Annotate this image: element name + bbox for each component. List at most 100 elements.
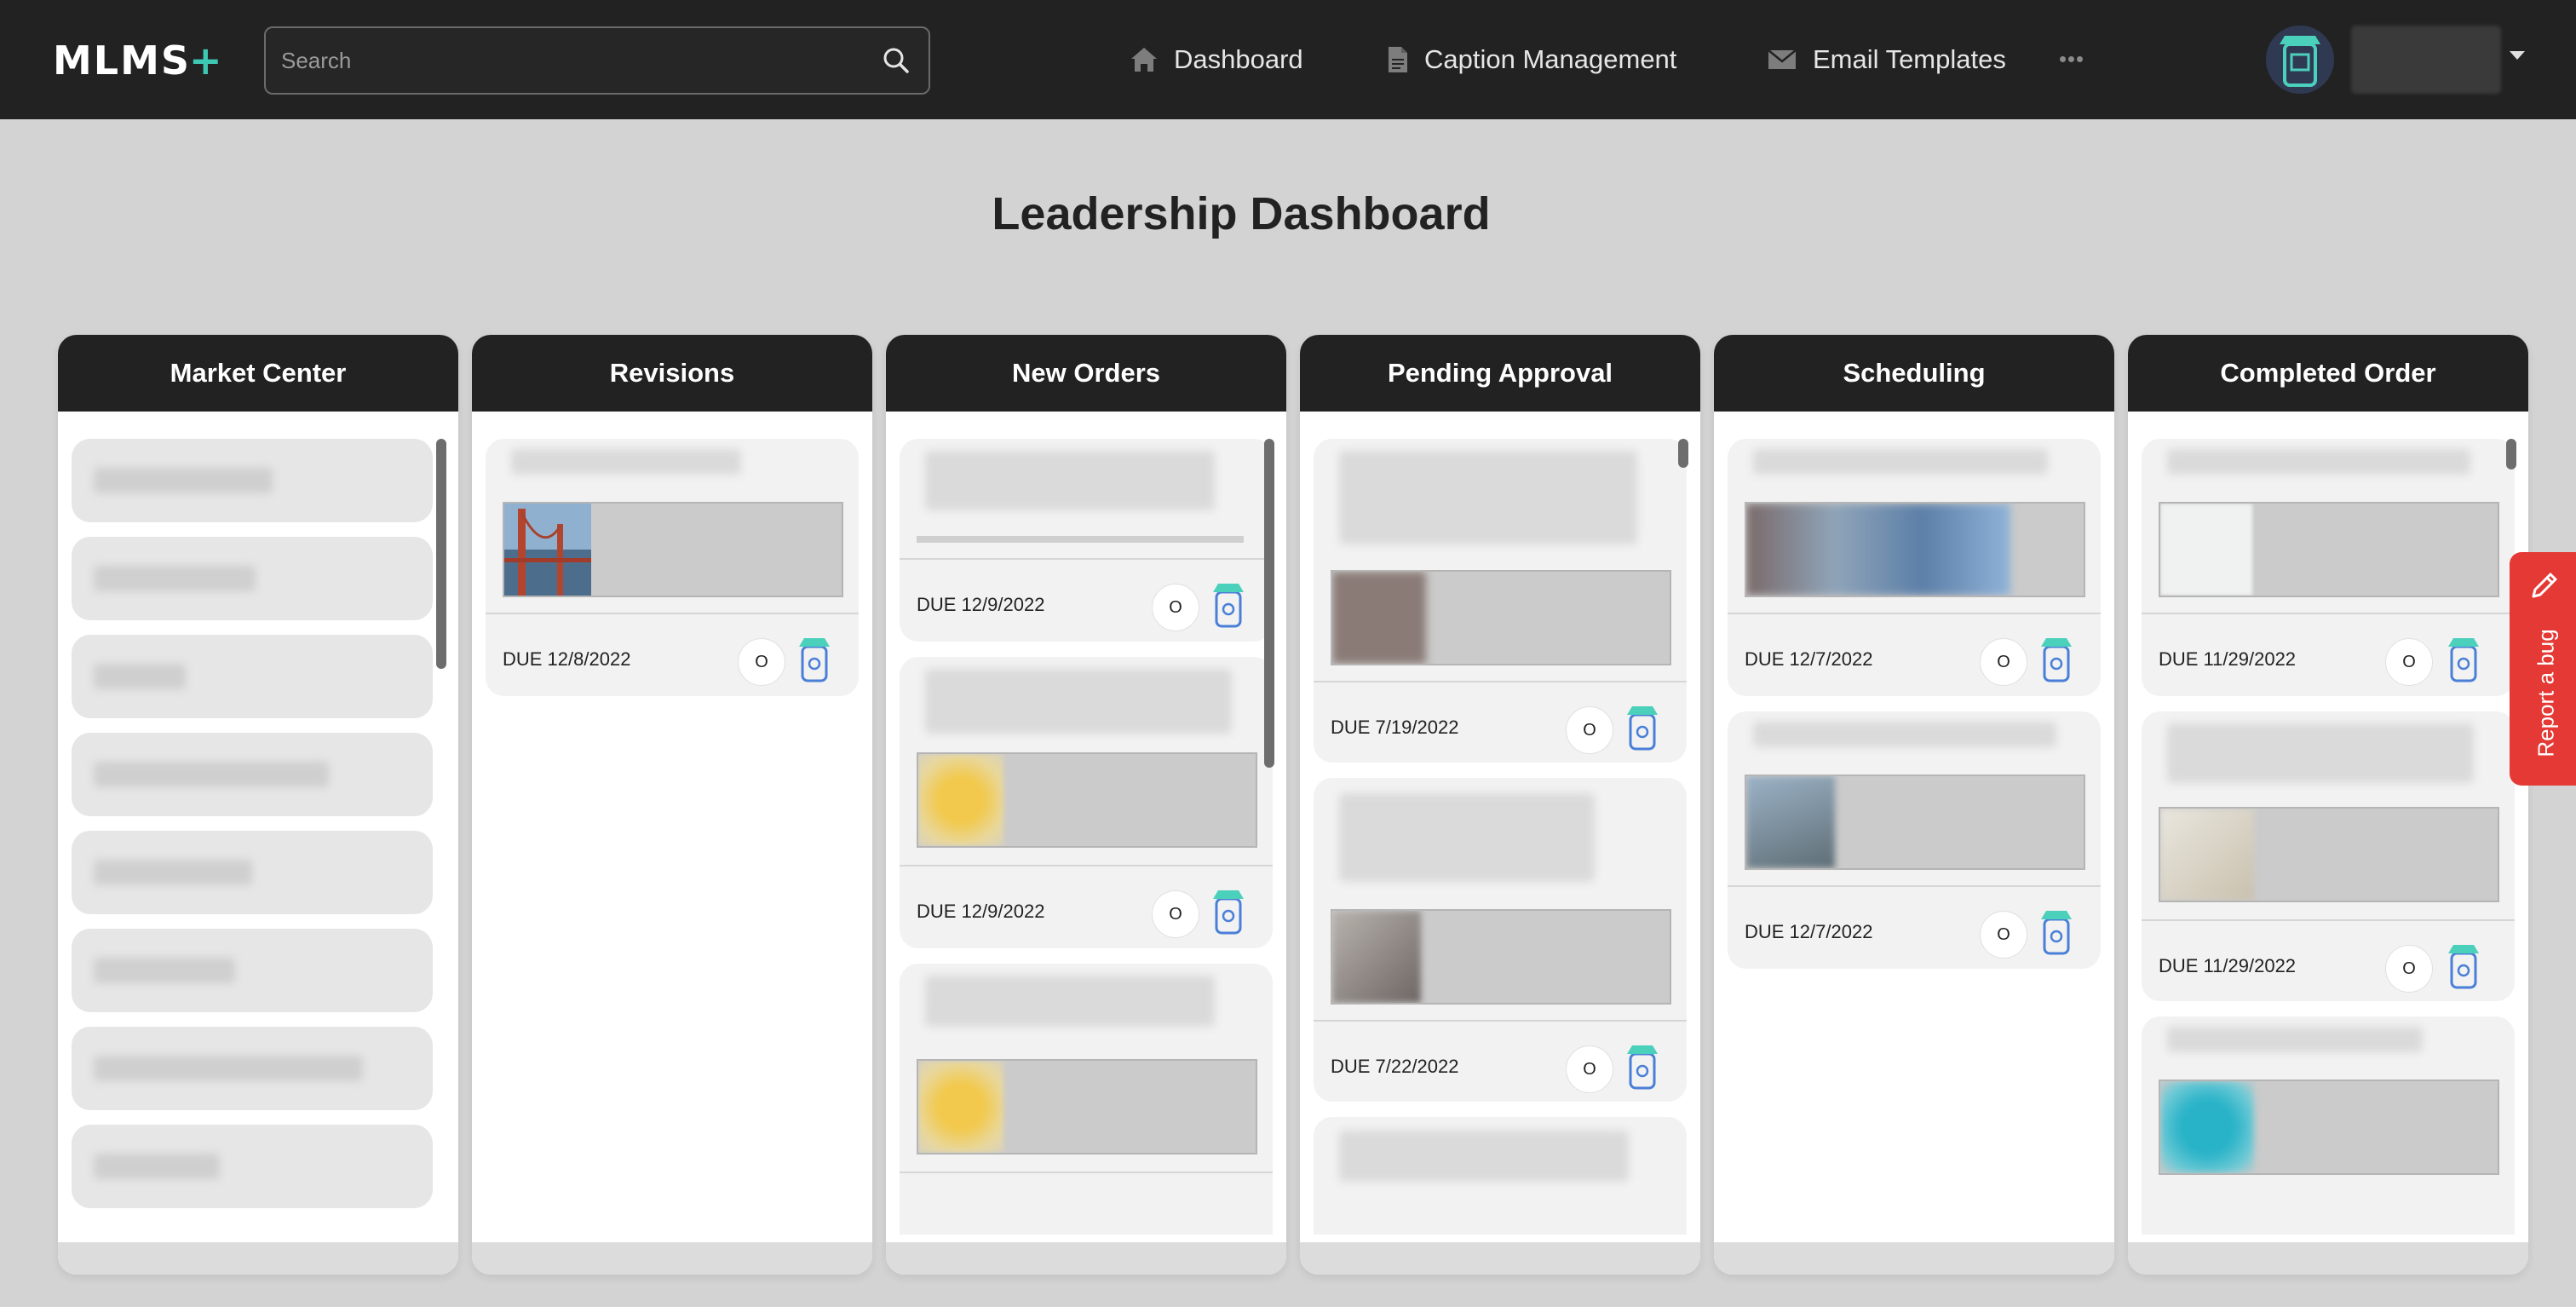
redacted-caption xyxy=(1753,722,2056,747)
due-date: DUE 12/7/2022 xyxy=(1745,648,1873,670)
order-card[interactable]: DUE 7/22/2022 O xyxy=(1314,778,1687,1102)
assignee-icon[interactable] xyxy=(796,635,833,682)
home-icon xyxy=(1131,48,1157,72)
order-media xyxy=(1745,774,2085,870)
order-media xyxy=(917,752,1257,848)
column-body xyxy=(58,412,458,1235)
due-date: DUE 7/22/2022 xyxy=(1331,1056,1459,1077)
column-body: DUE 12/9/2022 O DUE 12/9/2022 O xyxy=(886,412,1286,1235)
order-card[interactable]: DUE 12/7/2022 O xyxy=(1728,711,2101,969)
scrollbar[interactable] xyxy=(1264,439,1274,768)
nav-email-templates-label: Email Templates xyxy=(1813,44,2006,74)
assignee-icon[interactable] xyxy=(1624,703,1661,751)
due-date: DUE 11/29/2022 xyxy=(2159,648,2297,670)
status-indicator[interactable]: O xyxy=(738,638,785,686)
scrollbar[interactable] xyxy=(2506,439,2516,469)
order-card[interactable] xyxy=(1314,1117,1687,1235)
column-title: New Orders xyxy=(886,335,1286,412)
redacted-caption xyxy=(511,449,741,475)
bridge-photo xyxy=(504,504,591,596)
column-new-orders: New Orders DUE 12/9/2022 O DUE 12/9/2022… xyxy=(886,335,1286,1275)
column-footer xyxy=(472,1242,872,1275)
order-card[interactable]: DUE 12/9/2022 O xyxy=(900,657,1273,948)
order-media xyxy=(1331,909,1671,1005)
due-date: DUE 7/19/2022 xyxy=(1331,717,1459,738)
redacted-caption xyxy=(925,451,1215,510)
order-card[interactable]: DUE 11/29/2022 O xyxy=(2142,711,2515,1001)
nav-email-templates[interactable]: Email Templates xyxy=(1767,41,2006,78)
order-card[interactable]: DUE 7/19/2022 O xyxy=(1314,439,1687,763)
order-card[interactable] xyxy=(2142,1016,2515,1235)
column-title: Completed Order xyxy=(2128,335,2528,412)
order-media xyxy=(2159,502,2499,597)
status-indicator[interactable]: O xyxy=(1152,890,1199,938)
app-logo[interactable]: MLMS+ xyxy=(53,37,224,83)
redacted-caption xyxy=(925,669,1232,734)
market-center-item[interactable] xyxy=(72,537,433,620)
nav-caption-management-label: Caption Management xyxy=(1424,44,1677,74)
market-center-item[interactable] xyxy=(72,1027,433,1110)
status-indicator[interactable]: O xyxy=(2385,945,2433,993)
assignee-icon[interactable] xyxy=(1210,887,1247,935)
envelope-icon xyxy=(1768,49,1797,69)
redacted-text xyxy=(94,664,186,689)
order-card[interactable]: DUE 12/8/2022 O xyxy=(486,439,859,696)
nav-dashboard[interactable]: Dashboard xyxy=(1130,41,1303,78)
blurred-thumbnail xyxy=(2160,809,2254,901)
status-indicator[interactable]: O xyxy=(2385,638,2433,686)
assignee-icon[interactable] xyxy=(2038,907,2075,955)
scrollbar[interactable] xyxy=(1678,439,1688,468)
blurred-thumbnail xyxy=(1746,504,2010,596)
more-menu-icon[interactable] xyxy=(2060,56,2084,65)
redacted-text xyxy=(94,566,256,591)
status-indicator[interactable]: O xyxy=(1566,1045,1613,1093)
column-title: Revisions xyxy=(472,335,872,412)
column-body: DUE 12/8/2022 O xyxy=(472,412,872,1235)
market-center-item[interactable] xyxy=(72,635,433,718)
chevron-down-icon[interactable] xyxy=(2510,51,2525,60)
market-center-item[interactable] xyxy=(72,929,433,1012)
search-icon[interactable] xyxy=(881,45,911,76)
order-card[interactable]: DUE 12/7/2022 O xyxy=(1728,439,2101,696)
redacted-text xyxy=(94,468,273,493)
column-body: DUE 7/19/2022 O DUE 7/22/2022 O xyxy=(1300,412,1700,1235)
column-title: Scheduling xyxy=(1714,335,2114,412)
user-name-redacted[interactable] xyxy=(2351,26,2501,94)
status-indicator[interactable]: O xyxy=(1980,638,2027,686)
report-bug-button[interactable]: Report a bug xyxy=(2510,552,2576,786)
progress-bar xyxy=(917,536,1244,543)
user-avatar[interactable] xyxy=(2266,26,2334,94)
report-bug-label: Report a bug xyxy=(2533,629,2559,757)
nav-caption-management[interactable]: Caption Management xyxy=(1387,41,1676,78)
search-box xyxy=(264,26,930,95)
status-indicator[interactable]: O xyxy=(1566,706,1613,754)
market-center-item[interactable] xyxy=(72,831,433,914)
status-indicator[interactable]: O xyxy=(1152,584,1199,631)
column-title: Pending Approval xyxy=(1300,335,1700,412)
search-input[interactable] xyxy=(281,28,860,93)
due-date: DUE 12/9/2022 xyxy=(917,901,1045,922)
avatar-icon xyxy=(2266,26,2334,94)
order-card[interactable]: DUE 12/9/2022 O xyxy=(900,439,1273,642)
market-center-item[interactable] xyxy=(72,1125,433,1208)
pencil-icon xyxy=(2532,573,2557,598)
column-revisions: Revisions DUE 12/8/2022 O xyxy=(472,335,872,1275)
assignee-icon[interactable] xyxy=(2038,635,2075,682)
blurred-thumbnail xyxy=(918,1061,1003,1153)
status-indicator[interactable]: O xyxy=(1980,911,2027,959)
blurred-thumbnail xyxy=(918,754,1003,846)
assignee-icon[interactable] xyxy=(2445,635,2482,682)
market-center-item[interactable] xyxy=(72,439,433,522)
page-title: Leadership Dashboard xyxy=(992,188,1491,239)
assignee-icon[interactable] xyxy=(1624,1042,1661,1090)
order-card[interactable] xyxy=(900,964,1273,1235)
scrollbar[interactable] xyxy=(436,439,446,669)
assignee-icon[interactable] xyxy=(2445,941,2482,989)
redacted-text xyxy=(94,860,252,885)
order-card[interactable]: DUE 11/29/2022 O xyxy=(2142,439,2515,696)
divider xyxy=(900,1172,1273,1173)
column-market-center: Market Center xyxy=(58,335,458,1275)
divider xyxy=(900,865,1273,867)
assignee-icon[interactable] xyxy=(1210,580,1247,628)
market-center-item[interactable] xyxy=(72,733,433,816)
